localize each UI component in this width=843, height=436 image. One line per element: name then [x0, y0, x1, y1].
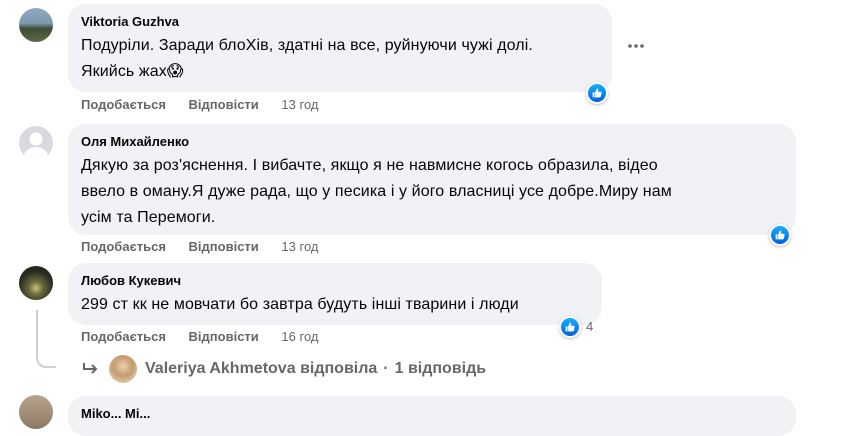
avatar[interactable] [19, 266, 53, 300]
reply-count: 1 відповідь [394, 360, 487, 377]
like-reaction-icon[interactable] [586, 82, 608, 104]
like-reaction-icon[interactable] [559, 316, 581, 338]
default-avatar-icon [23, 132, 49, 160]
view-replies-button[interactable]: Valeriya Akhmetova відповіла · 1 відпові… [83, 355, 486, 383]
like-button[interactable]: Подобається [81, 329, 166, 344]
comment-bubble: Любов Кукевич 299 ст кк не мовчати бо за… [68, 263, 602, 325]
comment-bubble: Viktoria Guzhva Подурiли. Заради блоХiв,… [68, 4, 612, 92]
reply-action: відповіла [300, 360, 378, 377]
reply-button[interactable]: Відповісти [189, 329, 259, 344]
reply-author: Valeriya Akhmetova [145, 360, 296, 377]
comment-author[interactable]: Miko... Mi... [81, 405, 783, 423]
comment-text: Подурiли. Заради блоХiв, здатнi на все, … [81, 33, 599, 85]
reply-button[interactable]: Відповісти [189, 97, 259, 112]
comment-actions: Подобається Відповісти 13 год [81, 97, 318, 113]
avatar[interactable] [19, 126, 53, 160]
comment-actions: Подобається Відповісти 13 год [81, 239, 318, 255]
avatar [109, 355, 137, 383]
reaction-count[interactable]: 4 [586, 319, 593, 334]
like-reaction-icon[interactable] [769, 224, 791, 246]
comment-author[interactable]: Оля Михайленко [81, 133, 783, 151]
comment-bubble: Оля Михайленко Дякую за роз'яснення. І в… [68, 124, 796, 235]
reply-arrow-icon [83, 363, 98, 374]
like-button[interactable]: Подобається [81, 97, 166, 112]
comment-author[interactable]: Любов Кукевич [81, 272, 589, 290]
reply-button[interactable]: Відповісти [189, 239, 259, 254]
comment-actions: Подобається Відповісти 16 год [81, 329, 318, 345]
comment-text-line: ввело в оману.Я дуже рада, що у песика і… [81, 183, 672, 200]
avatar[interactable] [19, 8, 53, 42]
timestamp[interactable]: 13 год [281, 97, 318, 112]
comment-text: 299 ст кк не мовчати бо завтра будуть ін… [81, 296, 519, 313]
separator: · [383, 360, 389, 377]
comment-text: Дякую за роз'яснення. І вибачте, якщо я … [81, 153, 783, 231]
more-options-icon[interactable] [626, 36, 646, 56]
timestamp[interactable]: 13 год [281, 239, 318, 254]
timestamp[interactable]: 16 год [281, 329, 318, 344]
comment-text-line: Дякую за роз'яснення. І вибачте, якщо я … [81, 157, 658, 174]
avatar[interactable] [19, 395, 53, 429]
like-button[interactable]: Подобається [81, 239, 166, 254]
comment-text-line: Якийсь жах😱 [81, 63, 184, 80]
comment-bubble: Miko... Mi... [68, 396, 796, 436]
thread-connector [36, 310, 56, 368]
comment-author[interactable]: Viktoria Guzhva [81, 13, 599, 31]
comment-text-line: Подурiли. Заради блоХiв, здатнi на все, … [81, 37, 533, 54]
comment-text-line: усім та Перемоги. [81, 209, 216, 226]
